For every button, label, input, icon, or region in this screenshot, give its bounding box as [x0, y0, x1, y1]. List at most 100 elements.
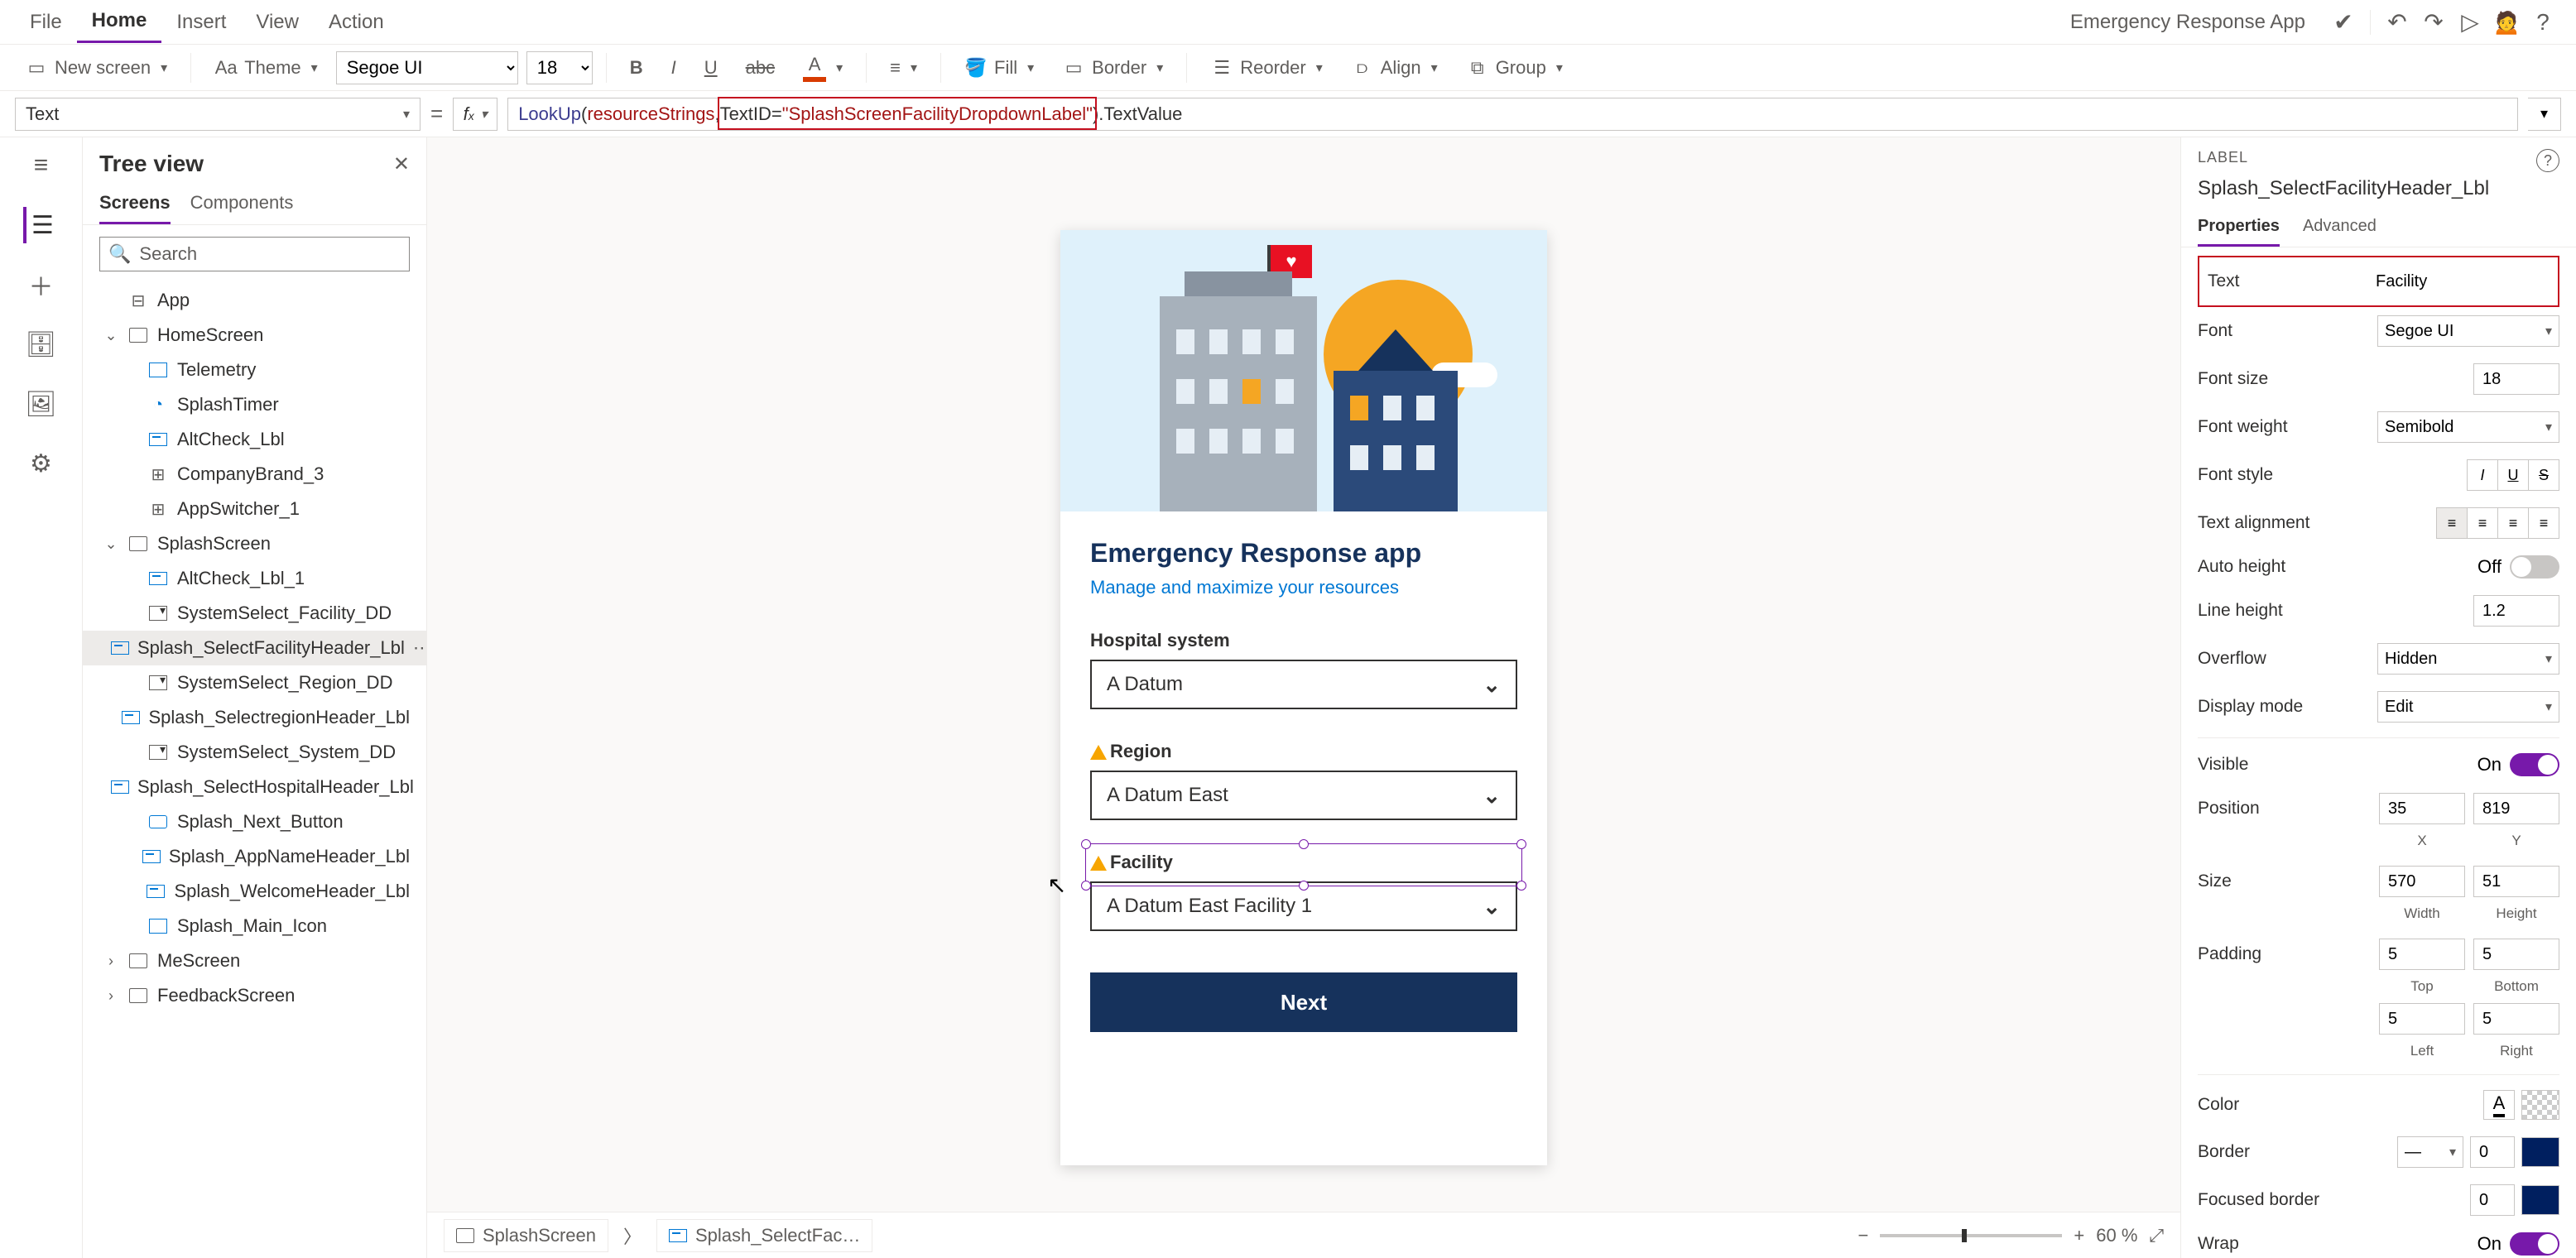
next-button[interactable]: Next: [1090, 972, 1517, 1032]
prop-pos-y[interactable]: [2473, 793, 2559, 824]
prop-lineheight-input[interactable]: [2473, 595, 2559, 627]
undo-icon[interactable]: ↶: [2379, 4, 2415, 41]
border-button[interactable]: ▭Border▾: [1052, 51, 1173, 84]
breadcrumb-selected[interactable]: Splash_SelectFac…: [656, 1219, 872, 1252]
tree-screen[interactable]: ›FeedbackScreen: [83, 978, 426, 1013]
preview-icon[interactable]: ▷: [2452, 4, 2488, 41]
tree-item[interactable]: ⊞CompanyBrand_3: [83, 457, 426, 492]
prop-pos-x[interactable]: [2379, 793, 2465, 824]
text-align-button[interactable]: ≡▾: [880, 52, 927, 84]
prop-wrap-toggle[interactable]: [2510, 1232, 2559, 1256]
tab-advanced[interactable]: Advanced: [2303, 209, 2377, 247]
tree-view-icon[interactable]: ☰: [23, 207, 60, 243]
zoom-slider[interactable]: [1880, 1234, 2062, 1237]
prop-pad-b[interactable]: [2473, 939, 2559, 970]
prop-color-bg[interactable]: [2521, 1090, 2559, 1120]
fill-button[interactable]: 🪣Fill▾: [954, 51, 1044, 84]
property-selector[interactable]: Text▾: [15, 98, 421, 131]
hamburger-icon[interactable]: ≡: [23, 147, 60, 184]
font-size-select[interactable]: 18: [526, 51, 593, 84]
tree-item[interactable]: Splash_SelectHospitalHeader_Lbl: [83, 770, 426, 804]
help-icon[interactable]: ?: [2536, 149, 2559, 172]
share-icon[interactable]: 🙍: [2488, 4, 2525, 41]
prop-size-h[interactable]: [2473, 866, 2559, 897]
prop-size-w[interactable]: [2379, 866, 2465, 897]
tree-item[interactable]: SystemSelect_Region_DD: [83, 665, 426, 700]
new-screen-button[interactable]: ▭New screen▾: [15, 51, 177, 84]
menu-action[interactable]: Action: [314, 2, 399, 42]
insert-icon[interactable]: ＋: [23, 266, 60, 303]
tree-item[interactable]: ◔SplashTimer: [83, 387, 426, 422]
tree-item[interactable]: Splash_SelectregionHeader_Lbl: [83, 700, 426, 735]
fx-button[interactable]: fx▾: [453, 98, 497, 131]
prop-fontweight-select[interactable]: Semibold▾: [2377, 411, 2559, 443]
formula-input[interactable]: LookUp(resourceStrings, TextID = "Splash…: [507, 98, 2518, 131]
prop-pad-r[interactable]: [2473, 1003, 2559, 1035]
font-select[interactable]: Segoe UI: [336, 51, 518, 84]
underline-button[interactable]: U: [694, 52, 728, 84]
tree-item[interactable]: AltCheck_Lbl_1: [83, 561, 426, 596]
tree-search-input[interactable]: 🔍 Search: [99, 237, 410, 271]
tree-screen[interactable]: ⌄HomeScreen: [83, 318, 426, 353]
tree-item[interactable]: Splash_AppNameHeader_Lbl: [83, 839, 426, 874]
canvas[interactable]: ♥ Emergency Response app Manage and maxi…: [427, 137, 2180, 1258]
app-checker-icon[interactable]: ✔: [2325, 4, 2362, 41]
tab-properties[interactable]: Properties: [2198, 209, 2280, 247]
prop-color-font[interactable]: A: [2483, 1090, 2515, 1120]
align-button[interactable]: ⫐Align▾: [1341, 51, 1448, 84]
prop-visible-toggle[interactable]: [2510, 753, 2559, 776]
more-icon[interactable]: ⋯: [413, 637, 426, 659]
formula-expand-button[interactable]: ▾: [2528, 98, 2561, 131]
redo-icon[interactable]: ↷: [2415, 4, 2452, 41]
prop-focused-width[interactable]: [2470, 1184, 2515, 1216]
help-icon[interactable]: ?: [2525, 4, 2561, 41]
italic-button[interactable]: I: [661, 52, 686, 84]
bold-button[interactable]: B: [620, 52, 653, 84]
tree-screen[interactable]: ⌄SplashScreen: [83, 526, 426, 561]
group-button[interactable]: ⧉Group▾: [1456, 51, 1573, 84]
breadcrumb-screen[interactable]: SplashScreen: [444, 1219, 608, 1252]
advanced-tools-icon[interactable]: ⚙: [23, 445, 60, 482]
tree-item[interactable]: ⊞AppSwitcher_1: [83, 492, 426, 526]
tree-app[interactable]: ⊟App: [83, 283, 426, 318]
prop-border-style[interactable]: —▾: [2397, 1136, 2463, 1168]
tree-screen[interactable]: ›MeScreen: [83, 944, 426, 978]
prop-border-width[interactable]: [2470, 1136, 2515, 1168]
region-dropdown[interactable]: A Datum East⌄: [1090, 771, 1517, 820]
tab-components[interactable]: Components: [190, 184, 294, 224]
menu-insert[interactable]: Insert: [161, 2, 241, 42]
media-icon[interactable]: 🖼: [23, 386, 60, 422]
fit-screen-icon[interactable]: ⤢: [2149, 1225, 2164, 1246]
hospital-dropdown[interactable]: A Datum⌄: [1090, 660, 1517, 709]
font-color-button[interactable]: A▾: [793, 49, 853, 87]
tree-item[interactable]: SystemSelect_Facility_DD: [83, 596, 426, 631]
tree-item[interactable]: Splash_SelectFacilityHeader_Lbl⋯: [83, 631, 426, 665]
tree-item[interactable]: AltCheck_Lbl: [83, 422, 426, 457]
menu-home[interactable]: Home: [77, 1, 162, 43]
tree-item[interactable]: Splash_Main_Icon: [83, 909, 426, 944]
theme-button[interactable]: AaTheme▾: [204, 51, 328, 84]
prop-fontsize-input[interactable]: [2473, 363, 2559, 395]
zoom-in-icon[interactable]: +: [2074, 1225, 2084, 1246]
reorder-button[interactable]: ☰Reorder▾: [1200, 51, 1333, 84]
zoom-out-icon[interactable]: −: [1858, 1225, 1869, 1246]
tree-item[interactable]: Telemetry: [83, 353, 426, 387]
prop-focused-color[interactable]: [2521, 1185, 2559, 1215]
strike-button[interactable]: abc: [736, 52, 785, 84]
prop-font-select[interactable]: Segoe UI▾: [2377, 315, 2559, 347]
prop-textalign-buttons[interactable]: ≡≡≡≡: [2437, 507, 2559, 539]
prop-text-input[interactable]: [2367, 266, 2550, 297]
prop-autoheight-toggle[interactable]: [2510, 555, 2559, 579]
prop-displaymode-select[interactable]: Edit▾: [2377, 691, 2559, 723]
tree-item[interactable]: Splash_Next_Button: [83, 804, 426, 839]
prop-pad-t[interactable]: [2379, 939, 2465, 970]
menu-file[interactable]: File: [15, 2, 77, 42]
prop-overflow-select[interactable]: Hidden▾: [2377, 643, 2559, 675]
prop-pad-l[interactable]: [2379, 1003, 2465, 1035]
data-icon[interactable]: 🗄: [23, 326, 60, 363]
tree-item[interactable]: Splash_WelcomeHeader_Lbl: [83, 874, 426, 909]
tree-item[interactable]: SystemSelect_System_DD: [83, 735, 426, 770]
menu-view[interactable]: View: [241, 2, 314, 42]
prop-fontstyle-buttons[interactable]: IUS: [2468, 459, 2559, 491]
tab-screens[interactable]: Screens: [99, 184, 171, 224]
